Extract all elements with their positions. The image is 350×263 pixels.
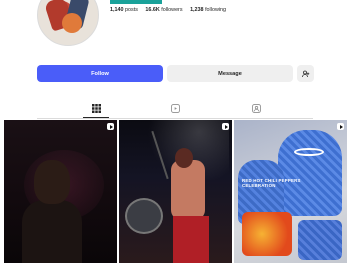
- grid-post-2[interactable]: [119, 120, 232, 263]
- post-caption-overlay: RED HOT CHILI PEPPERS CELEBRATION: [242, 178, 301, 188]
- message-button[interactable]: Message: [167, 65, 293, 82]
- suggested-accounts-button[interactable]: [297, 65, 314, 82]
- tab-posts[interactable]: [91, 103, 101, 113]
- grid-post-3[interactable]: RED HOT CHILI PEPPERS CELEBRATION: [234, 120, 347, 263]
- add-person-icon: [301, 70, 309, 77]
- grid-icon: [91, 103, 101, 113]
- posts-stat: 1,140 posts: [110, 7, 138, 13]
- message-button-label: Message: [218, 70, 242, 77]
- follow-button-label: Follow: [91, 70, 109, 77]
- follow-button[interactable]: Follow: [37, 65, 163, 82]
- tab-reels[interactable]: [170, 103, 180, 113]
- reel-badge-icon: [222, 123, 229, 130]
- reel-badge-icon: [337, 123, 344, 130]
- profile-stats: 1,140 posts 16.6K followers 1,238 follow…: [110, 7, 232, 13]
- reels-icon: [170, 103, 180, 113]
- tabs-divider: [37, 118, 313, 119]
- profile-accent-strip: [110, 0, 162, 4]
- avatar[interactable]: [37, 0, 99, 46]
- following-stat[interactable]: 1,238 following: [190, 7, 226, 13]
- tab-tagged[interactable]: [251, 103, 261, 113]
- active-tab-indicator: [83, 117, 109, 118]
- reel-badge-icon: [107, 123, 114, 130]
- followers-stat[interactable]: 16.6K followers: [145, 7, 182, 13]
- tagged-icon: [251, 103, 261, 113]
- grid-post-1[interactable]: [4, 120, 117, 263]
